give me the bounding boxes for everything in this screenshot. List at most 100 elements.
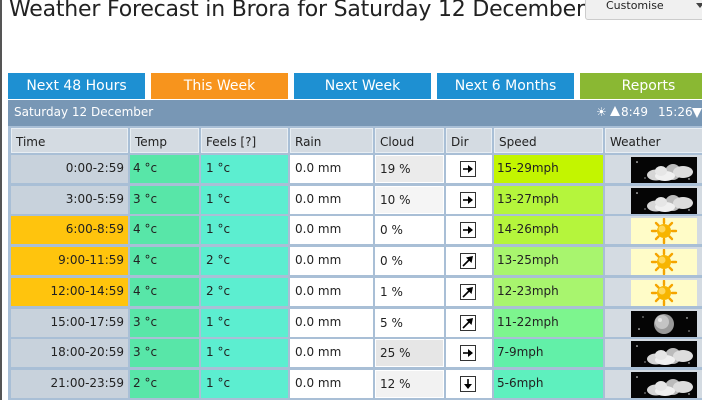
- wind-direction-northeast-icon: [460, 253, 476, 270]
- column-header-weather: Weather: [605, 128, 702, 153]
- speed-cell: 13-27mph: [494, 185, 603, 214]
- column-header-rain: Rain: [290, 128, 373, 153]
- feels-cell: 1 °c: [201, 155, 288, 183]
- customise-dropdown[interactable]: Customise: [585, 0, 702, 20]
- speed-cell: 12-23mph: [494, 277, 603, 306]
- rain-cell: 0.0 mm: [290, 308, 373, 337]
- speed-cell: 11-22mph: [494, 308, 603, 337]
- rain-cell: 0.0 mm: [290, 369, 373, 398]
- day-header[interactable]: Saturday 12 December ☀ 8:49 15:26: [8, 100, 702, 126]
- wind-direction-northeast-icon: [460, 283, 476, 300]
- weather-cell: [605, 308, 702, 337]
- time-cell: 21:00-23:59: [11, 369, 128, 398]
- temp-cell: 4 °c: [130, 155, 199, 183]
- forecast-table: Saturday 12 December ☀ 8:49 15:26 Time T…: [8, 100, 702, 400]
- cloud-cell: 19 %: [375, 155, 444, 183]
- dir-cell: [446, 308, 492, 337]
- wind-direction-northeast-icon: [460, 314, 476, 331]
- column-header-feels[interactable]: Feels [?]: [201, 128, 288, 153]
- temp-cell: 3 °c: [130, 308, 199, 337]
- dir-cell: [446, 185, 492, 214]
- feels-cell: 1 °c: [201, 216, 288, 245]
- cloudy-night-icon: [631, 157, 697, 183]
- time-cell: 12:00-14:59: [11, 277, 128, 306]
- tab-next-48-hours[interactable]: Next 48 Hours: [8, 73, 145, 99]
- page-title: Weather Forecast in Brora for Saturday 1…: [9, 0, 585, 22]
- speed-cell: 15-29mph: [494, 155, 603, 183]
- time-cell: 15:00-17:59: [11, 308, 128, 337]
- cloud-cell: 25 %: [375, 339, 444, 368]
- wind-direction-east-icon: [460, 222, 476, 239]
- weather-cell: [605, 216, 702, 245]
- rain-cell: 0.0 mm: [290, 216, 373, 245]
- wind-direction-east-icon: [460, 191, 476, 208]
- sunny-icon: [631, 249, 697, 276]
- sunset-time: 15:26: [658, 105, 693, 119]
- tab-reports[interactable]: Reports: [580, 73, 702, 99]
- wind-direction-south-icon: [460, 375, 476, 392]
- window-left-border: [0, 0, 2, 400]
- tab-this-week[interactable]: This Week: [151, 73, 288, 99]
- weather-cell: [605, 339, 702, 368]
- time-cell: 9:00-11:59: [11, 247, 128, 276]
- weather-cell: [605, 155, 702, 183]
- column-header-cloud: Cloud: [375, 128, 444, 153]
- speed-cell: 14-26mph: [494, 216, 603, 245]
- speed-cell: 13-25mph: [494, 247, 603, 276]
- dir-cell: [446, 155, 492, 183]
- collapse-arrow-icon[interactable]: [692, 108, 702, 118]
- feels-cell: 1 °c: [201, 339, 288, 368]
- sunny-icon: [631, 218, 697, 245]
- rain-cell: 0.0 mm: [290, 277, 373, 306]
- weather-cell: [605, 369, 702, 398]
- weather-cell: [605, 277, 702, 306]
- temp-cell: 2 °c: [130, 369, 199, 398]
- temp-cell: 4 °c: [130, 247, 199, 276]
- weather-cell: [605, 185, 702, 214]
- sunny-icon: [631, 279, 697, 306]
- wind-direction-east-icon: [460, 345, 476, 362]
- rain-cell: 0.0 mm: [290, 247, 373, 276]
- temp-cell: 3 °c: [130, 185, 199, 214]
- cloud-cell: 10 %: [375, 185, 444, 214]
- weather-cell: [605, 247, 702, 276]
- cloud-cell: 1 %: [375, 277, 444, 306]
- column-header-dir: Dir: [446, 128, 492, 153]
- tab-next-week[interactable]: Next Week: [294, 73, 431, 99]
- column-header-temp: Temp: [130, 128, 199, 153]
- cloudy-night-icon: [631, 187, 697, 214]
- time-cell: 18:00-20:59: [11, 339, 128, 368]
- rain-cell: 0.0 mm: [290, 339, 373, 368]
- time-cell: 3:00-5:59: [11, 185, 128, 214]
- clear-night-icon: [631, 310, 697, 337]
- column-header-speed: Speed: [494, 128, 603, 153]
- dir-cell: [446, 277, 492, 306]
- chevron-down-icon: [696, 3, 702, 8]
- time-cell: 0:00-2:59: [11, 155, 128, 183]
- feels-cell: 1 °c: [201, 185, 288, 214]
- dir-cell: [446, 339, 492, 368]
- sunrise-arrow-icon: [610, 106, 620, 116]
- feels-cell: 2 °c: [201, 247, 288, 276]
- rain-cell: 0.0 mm: [290, 185, 373, 214]
- rain-cell: 0.0 mm: [290, 155, 373, 183]
- speed-cell: 7-9mph: [494, 339, 603, 368]
- speed-cell: 5-6mph: [494, 369, 603, 398]
- cloud-cell: 0 %: [375, 216, 444, 245]
- cloudy-night-icon: [631, 371, 697, 398]
- time-cell: 6:00-8:59: [11, 216, 128, 245]
- sunrise-time: 8:49: [621, 105, 648, 119]
- cloudy-night-icon: [631, 341, 697, 368]
- column-header-time: Time: [11, 128, 128, 153]
- cloud-cell: 0 %: [375, 247, 444, 276]
- customise-label: Customise: [606, 0, 664, 12]
- wind-direction-east-icon: [460, 161, 476, 177]
- sun-icon: ☀: [596, 105, 607, 119]
- temp-cell: 4 °c: [130, 277, 199, 306]
- temp-cell: 4 °c: [130, 216, 199, 245]
- tab-next-6-months[interactable]: Next 6 Months: [437, 73, 574, 99]
- feels-cell: 2 °c: [201, 277, 288, 306]
- feels-cell: 1 °c: [201, 369, 288, 398]
- cloud-cell: 5 %: [375, 308, 444, 337]
- dir-cell: [446, 247, 492, 276]
